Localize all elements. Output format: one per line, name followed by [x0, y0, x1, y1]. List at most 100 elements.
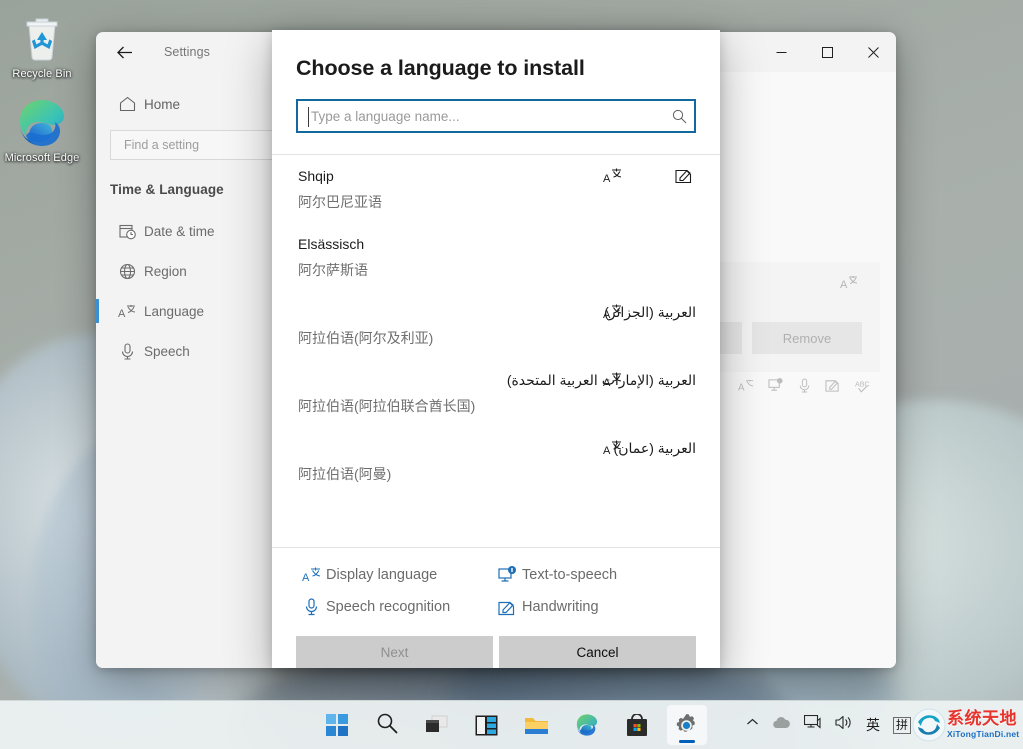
language-native-name: Elsässisch	[298, 236, 365, 252]
legend-speech-recognition: Speech recognition	[296, 598, 492, 616]
svg-text:A: A	[603, 377, 611, 389]
network-icon[interactable]	[803, 714, 822, 735]
close-button[interactable]	[850, 32, 896, 72]
language-local-name: 阿拉伯语(阿曼)	[298, 466, 392, 482]
next-button[interactable]: Next	[296, 636, 493, 668]
taskbar-search-button[interactable]	[367, 705, 407, 745]
language-native-name: Shqip	[298, 168, 334, 184]
display-language-icon: A	[840, 274, 858, 296]
tray-chevron-up-icon[interactable]	[746, 716, 759, 734]
taskbar-microsoft-edge-button[interactable]	[567, 705, 607, 745]
desktop-icon-recycle-bin[interactable]: Recycle Bin	[2, 14, 82, 81]
search-input[interactable]	[298, 108, 664, 124]
dialog-title: Choose a language to install	[296, 56, 585, 80]
desktop-icon-label: Microsoft Edge	[4, 152, 80, 164]
display-language-icon: A	[603, 167, 622, 185]
svg-text:A: A	[118, 308, 126, 320]
dialog-action-buttons[interactable]: Next Cancel	[272, 616, 720, 668]
handwriting-icon	[825, 378, 841, 398]
calendar-clock-icon	[110, 223, 144, 240]
choose-language-dialog[interactable]: Choose a language to install Shqip 阿尔巴尼亚…	[272, 30, 720, 668]
sidebar-item-language[interactable]: A Language	[96, 291, 286, 331]
sidebar-item-speech[interactable]: Speech	[96, 331, 286, 371]
language-local-name: 阿尔萨斯语	[298, 262, 368, 278]
text-caret	[308, 107, 309, 127]
list-item[interactable]: Shqip 阿尔巴尼亚语 A	[272, 155, 720, 223]
sidebar-item-region[interactable]: Region	[96, 251, 286, 291]
home-icon	[110, 96, 144, 112]
volume-icon[interactable]	[835, 715, 853, 735]
taskbar-widgets-button[interactable]	[467, 705, 507, 745]
watermark-cn-text: 系统天地	[947, 709, 1017, 729]
taskbar-file-explorer-button[interactable]	[517, 705, 557, 745]
list-item[interactable]: Elsässisch 阿尔萨斯语	[272, 223, 720, 291]
sidebar-item-label: Date & time	[144, 223, 215, 239]
language-feature-icons: A ABC	[738, 378, 872, 398]
search-icon[interactable]	[664, 109, 694, 124]
taskbar-task-view-button[interactable]	[417, 705, 457, 745]
settings-sidebar[interactable]: Home Find a setting Time & Language Date…	[96, 72, 286, 668]
remove-button[interactable]: Remove	[752, 322, 862, 354]
list-item[interactable]: العربية (الجزائر) 阿拉伯语(阿尔及利亚) A	[272, 291, 720, 359]
display-language-icon: A	[296, 566, 326, 584]
ime-language-indicator[interactable]: 英	[866, 715, 880, 735]
taskbar-settings-button[interactable]	[666, 705, 707, 745]
speech-recognition-icon	[798, 378, 811, 398]
list-item[interactable]: العربية (الإمارات العربية المتحدة) 阿拉伯语(…	[272, 359, 720, 427]
list-item[interactable]: العربية (عمان) 阿拉伯语(阿曼) A	[272, 427, 720, 495]
search-icon	[376, 712, 398, 739]
language-native-name: العربية (الجزائر)	[604, 304, 696, 320]
language-native-name: العربية (الإمارات العربية المتحدة)	[506, 372, 696, 388]
sidebar-item-label: Language	[144, 303, 205, 319]
sidebar-item-label: Region	[144, 263, 187, 279]
language-local-name: 阿拉伯语(阿拉伯联合酋长国)	[298, 398, 476, 414]
svg-text:A: A	[738, 382, 745, 393]
svg-text:A: A	[840, 279, 848, 291]
legend-label: Text-to-speech	[522, 567, 618, 583]
watermark-logo-icon	[912, 708, 946, 741]
text-to-speech-icon	[492, 566, 522, 584]
speech-recognition-icon	[296, 598, 326, 616]
window-title: Settings	[164, 45, 210, 59]
find-a-setting-input[interactable]: Find a setting	[110, 130, 274, 160]
taskbar-microsoft-store-button[interactable]	[617, 705, 657, 745]
system-tray[interactable]: 英 拼	[746, 714, 911, 735]
site-watermark: 系统天地 XiTongTianDi.net	[911, 700, 1023, 749]
legend-handwriting: Handwriting	[492, 598, 696, 616]
watermark-en-text: XiTongTianDi.net	[947, 729, 1020, 740]
language-local-name: 阿尔巴尼亚语	[298, 194, 382, 210]
taskbar-items[interactable]	[317, 705, 707, 745]
spellcheck-icon: ABC	[855, 378, 872, 398]
maximize-button[interactable]	[804, 32, 850, 72]
desktop-icon-microsoft-edge[interactable]: Microsoft Edge	[2, 98, 82, 165]
legend-display-language: A Display language	[296, 566, 492, 584]
language-list[interactable]: Shqip 阿尔巴尼亚语 A Elsässisch 阿尔萨斯语 العربية …	[272, 154, 720, 548]
taskbar[interactable]: 英 拼 系统天地 XiTongTianDi.net	[0, 700, 1023, 749]
sidebar-section-title: Time & Language	[110, 182, 224, 197]
caption-buttons[interactable]	[758, 32, 896, 72]
language-search-box[interactable]	[296, 99, 696, 133]
taskbar-start-button[interactable]	[317, 705, 357, 745]
back-button[interactable]	[104, 36, 144, 68]
text-to-speech-icon	[768, 378, 784, 398]
desktop-icon-label: Recycle Bin	[12, 68, 72, 80]
svg-text:ABC: ABC	[855, 380, 870, 388]
sidebar-item-date-time[interactable]: Date & time	[96, 211, 286, 251]
sidebar-item-home[interactable]: Home	[110, 84, 286, 124]
minimize-button[interactable]	[758, 32, 804, 72]
feature-legend: A Display language Text-to-speech Speech…	[272, 548, 720, 616]
onedrive-cloud-icon[interactable]	[772, 716, 791, 735]
display-language-icon: A	[603, 303, 622, 321]
sidebar-items[interactable]: Date & time Region A Language Speech	[96, 211, 286, 371]
recycle-bin-icon	[2, 14, 82, 64]
display-language-icon: A	[603, 439, 622, 457]
microsoft-edge-icon	[2, 98, 82, 148]
desktop[interactable]: Recycle Bin Microsoft Edge Settings Home…	[0, 0, 1023, 749]
ime-mode-indicator[interactable]: 拼	[892, 716, 911, 734]
legend-label: Speech recognition	[326, 599, 451, 615]
display-language-icon: A	[603, 371, 622, 389]
svg-text:A: A	[302, 572, 310, 584]
handwriting-icon	[492, 599, 522, 616]
language-native-name: العربية (عمان)	[613, 440, 696, 456]
cancel-button[interactable]: Cancel	[499, 636, 696, 668]
